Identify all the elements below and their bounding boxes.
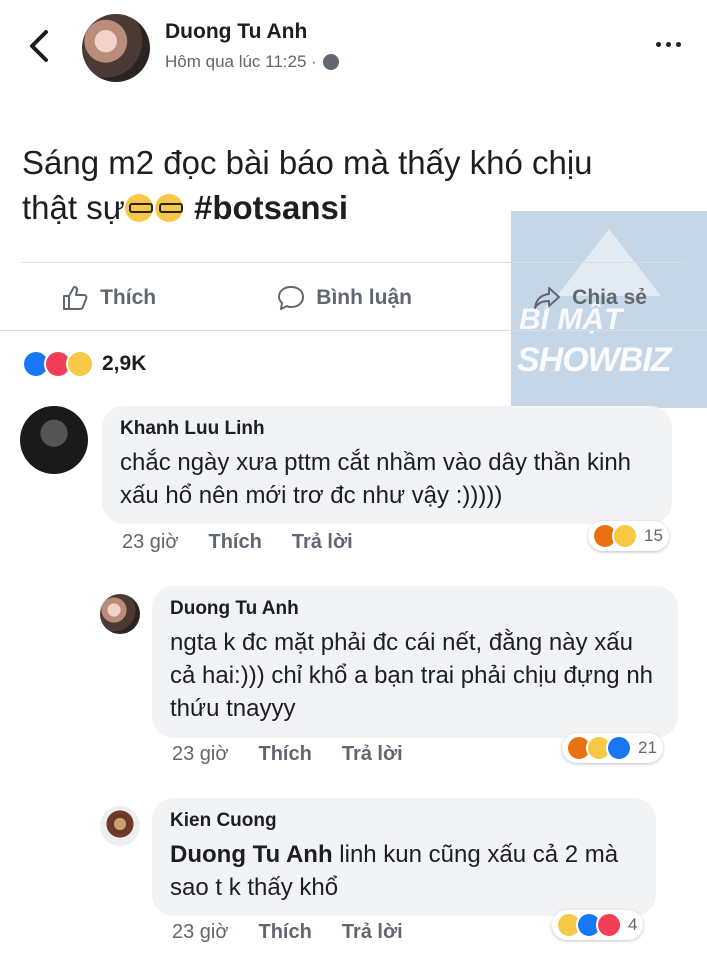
- like-label: Thích: [100, 286, 157, 309]
- hashtag-link[interactable]: #botsansi: [194, 189, 348, 226]
- reaction-summary[interactable]: 2,9K: [22, 350, 146, 378]
- comment-time: 23 giờ: [172, 921, 229, 943]
- back-arrow-icon[interactable]: [22, 26, 58, 66]
- comment-reply-button[interactable]: Trả lời: [342, 743, 403, 766]
- comment-meta: 23 giờ Thích Trả lời: [172, 921, 403, 944]
- share-button[interactable]: Chia sẻ: [532, 283, 647, 313]
- comment-reply-button[interactable]: Trả lời: [292, 531, 353, 554]
- comment-reactions[interactable]: 4: [552, 910, 644, 940]
- comment-author[interactable]: Khanh Luu Linh: [120, 418, 654, 440]
- comment-time: 23 giờ: [122, 531, 179, 553]
- mention-link[interactable]: Duong Tu Anh: [170, 841, 333, 868]
- comment-reaction-count: 21: [638, 738, 657, 757]
- globe-icon: [322, 54, 339, 70]
- divider: [0, 330, 707, 331]
- comment-bubble: Duong Tu Anh ngta k đc mặt phải đc cái n…: [152, 586, 678, 738]
- nerd-emoji-icon: [124, 194, 153, 222]
- commenter-avatar[interactable]: [100, 594, 140, 634]
- love-reaction-icon: [596, 912, 622, 938]
- comment-bubble: Kien Cuong Duong Tu Anh linh kun cũng xấ…: [152, 798, 656, 916]
- more-options-icon[interactable]: [656, 42, 681, 47]
- watermark-line2: SHOWBIZ: [517, 341, 672, 379]
- comment-reply-button[interactable]: Trả lời: [342, 921, 403, 944]
- reaction-count: 2,9K: [102, 352, 147, 375]
- share-label: Chia sẻ: [572, 286, 647, 309]
- post-timestamp[interactable]: Hôm qua lúc 11:25 ·: [165, 52, 339, 72]
- like-reaction-icon: [606, 735, 632, 761]
- commenter-avatar[interactable]: [100, 806, 140, 846]
- comment-time: 23 giờ: [172, 743, 229, 765]
- comment-meta: 23 giờ Thích Trả lời: [172, 743, 403, 766]
- haha-reaction-icon: [612, 523, 638, 549]
- post-actions-bar: Thích Bình luận Chia sẻ: [0, 272, 707, 324]
- thumbs-up-icon: [63, 286, 88, 310]
- comment-like-button[interactable]: Thích: [258, 743, 311, 766]
- comment-author[interactable]: Duong Tu Anh: [170, 598, 660, 620]
- like-button[interactable]: Thích: [60, 283, 156, 313]
- commenter-avatar[interactable]: [20, 406, 88, 474]
- comment-reaction-count: 4: [628, 915, 638, 934]
- comment-text: ngta k đc mặt phải đc cái nết, đằng này …: [170, 629, 654, 722]
- comment-meta: 23 giờ Thích Trả lời: [122, 531, 353, 554]
- comment-author[interactable]: Kien Cuong: [170, 810, 638, 832]
- comment-reactions[interactable]: 15: [588, 521, 669, 551]
- comment-reaction-count: 15: [644, 526, 663, 545]
- comment-like-button[interactable]: Thích: [208, 531, 261, 554]
- comment-label: Bình luận: [316, 286, 412, 309]
- comment-icon: [278, 286, 305, 310]
- comment-button[interactable]: Bình luận: [276, 283, 412, 313]
- comment-like-button[interactable]: Thích: [258, 921, 311, 944]
- divider: [22, 262, 685, 263]
- comment-reactions[interactable]: 21: [562, 733, 663, 763]
- comment-bubble: Khanh Luu Linh chắc ngày xưa pttm cắt nh…: [102, 406, 672, 524]
- share-icon: [534, 287, 561, 309]
- comment-text: chắc ngày xưa pttm cắt nhầm vào dây thần…: [120, 449, 632, 509]
- author-avatar[interactable]: [82, 14, 150, 82]
- post-author-name[interactable]: Duong Tu Anh: [165, 20, 307, 44]
- nerd-emoji-icon: [154, 194, 183, 222]
- comment-text: Duong Tu Anh linh kun cũng xấu cả 2 mà s…: [170, 838, 638, 904]
- post-time-text: Hôm qua lúc 11:25 ·: [165, 52, 317, 71]
- haha-reaction-icon: [66, 350, 94, 378]
